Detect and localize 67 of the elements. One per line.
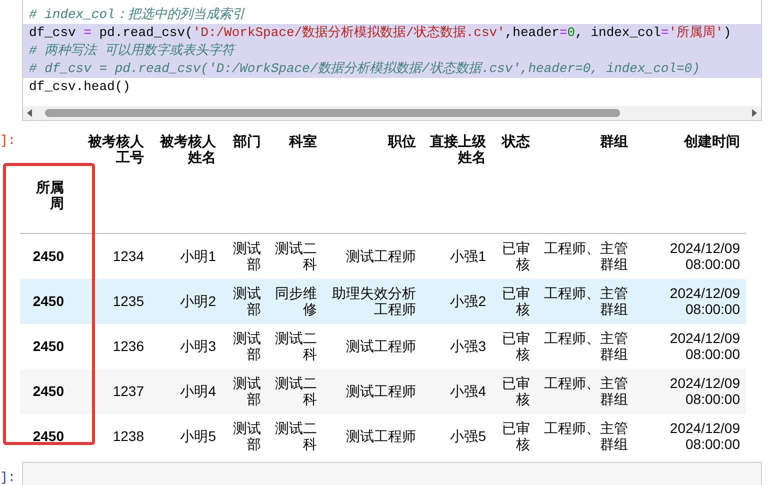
table-cell: 测试部 bbox=[233, 240, 261, 272]
table-cell: 已审核 bbox=[502, 285, 530, 317]
empty-code-cell[interactable] bbox=[22, 462, 762, 485]
table-cell: 测试部 bbox=[233, 285, 261, 317]
table-cell: 测试工程师 bbox=[346, 383, 416, 399]
index-header: 所属周 bbox=[36, 179, 64, 211]
table-cell: 小强3 bbox=[450, 338, 486, 354]
table-cell: 1237 bbox=[112, 383, 144, 399]
scrollbar-thumb[interactable] bbox=[45, 109, 620, 117]
column-header: 被考核人工号 bbox=[88, 133, 144, 165]
table-cell: 小强4 bbox=[450, 383, 486, 399]
table-cell: 同步维修 bbox=[275, 285, 317, 317]
table-cell: 小明5 bbox=[180, 428, 216, 444]
table-cell: 2024/12/09 08:00:00 bbox=[670, 420, 740, 452]
table-cell: 小明4 bbox=[180, 383, 216, 399]
index-cell: 2450 bbox=[32, 293, 64, 309]
horizontal-scrollbar[interactable] bbox=[23, 106, 761, 120]
index-cell: 2450 bbox=[32, 428, 64, 444]
table-cell: 小明2 bbox=[180, 293, 216, 309]
table-cell: 测试工程师 bbox=[346, 248, 416, 264]
table-cell: 1238 bbox=[112, 428, 144, 444]
table-cell: 测试工程师 bbox=[346, 338, 416, 354]
column-header: 职位 bbox=[388, 133, 416, 149]
table-cell: 已审核 bbox=[502, 330, 530, 362]
input-prompt: ]: bbox=[0, 469, 16, 485]
table-cell: 工程师、主管群组 bbox=[544, 375, 628, 407]
column-header: 部门 bbox=[233, 133, 261, 149]
table-cell: 2024/12/09 08:00:00 bbox=[670, 330, 740, 362]
column-header: 被考核人姓名 bbox=[160, 133, 216, 165]
table-cell: 工程师、主管群组 bbox=[544, 240, 628, 272]
table-cell: 测试部 bbox=[233, 375, 261, 407]
table-cell: 2024/12/09 08:00:00 bbox=[670, 240, 740, 272]
table-cell: 工程师、主管群组 bbox=[544, 285, 628, 317]
table-cell: 小强1 bbox=[450, 248, 486, 264]
table-cell: 1234 bbox=[112, 248, 144, 264]
table-row[interactable]: 2450 1237 小明4 测试部 测试二科 测试工程师 小强4 已审核 工程师、主管群组 2024/12/09 08:00:00 bbox=[20, 368, 746, 414]
table-cell: 工程师、主管群组 bbox=[544, 330, 628, 362]
table-cell: 测试二科 bbox=[275, 240, 317, 272]
column-header: 群组 bbox=[600, 133, 628, 149]
table-cell: 测试二科 bbox=[275, 330, 317, 362]
table-cell: 2024/12/09 08:00:00 bbox=[670, 285, 740, 317]
table-cell: 1235 bbox=[112, 293, 144, 309]
table-cell: 已审核 bbox=[502, 420, 530, 452]
table-cell: 小明3 bbox=[180, 338, 216, 354]
table-cell: 工程师、主管群组 bbox=[544, 420, 628, 452]
table-cell: 小强2 bbox=[450, 293, 486, 309]
index-cell: 2450 bbox=[32, 248, 64, 264]
table-cell: 助理失效分析工程师 bbox=[332, 285, 416, 317]
column-header: 直接上级姓名 bbox=[430, 133, 486, 165]
code-cell[interactable] bbox=[22, 0, 762, 121]
table-cell: 测试工程师 bbox=[346, 428, 416, 444]
index-cell: 2450 bbox=[32, 383, 64, 399]
column-header: 状态 bbox=[502, 133, 530, 149]
output-prompt: ]: bbox=[0, 132, 16, 150]
table-cell: 测试部 bbox=[233, 420, 261, 452]
table-cell: 测试二科 bbox=[275, 420, 317, 452]
table-cell: 小明1 bbox=[180, 248, 216, 264]
table-cell: 1236 bbox=[112, 338, 144, 354]
index-cell: 2450 bbox=[32, 338, 64, 354]
table-cell: 已审核 bbox=[502, 240, 530, 272]
column-header: 创建时间 bbox=[684, 133, 740, 149]
table-cell: 2024/12/09 08:00:00 bbox=[670, 375, 740, 407]
table-cell: 测试部 bbox=[233, 330, 261, 362]
table-cell: 测试二科 bbox=[275, 375, 317, 407]
column-header: 科室 bbox=[289, 133, 317, 149]
table-cell: 已审核 bbox=[502, 375, 530, 407]
table-cell: 小强5 bbox=[450, 428, 486, 444]
